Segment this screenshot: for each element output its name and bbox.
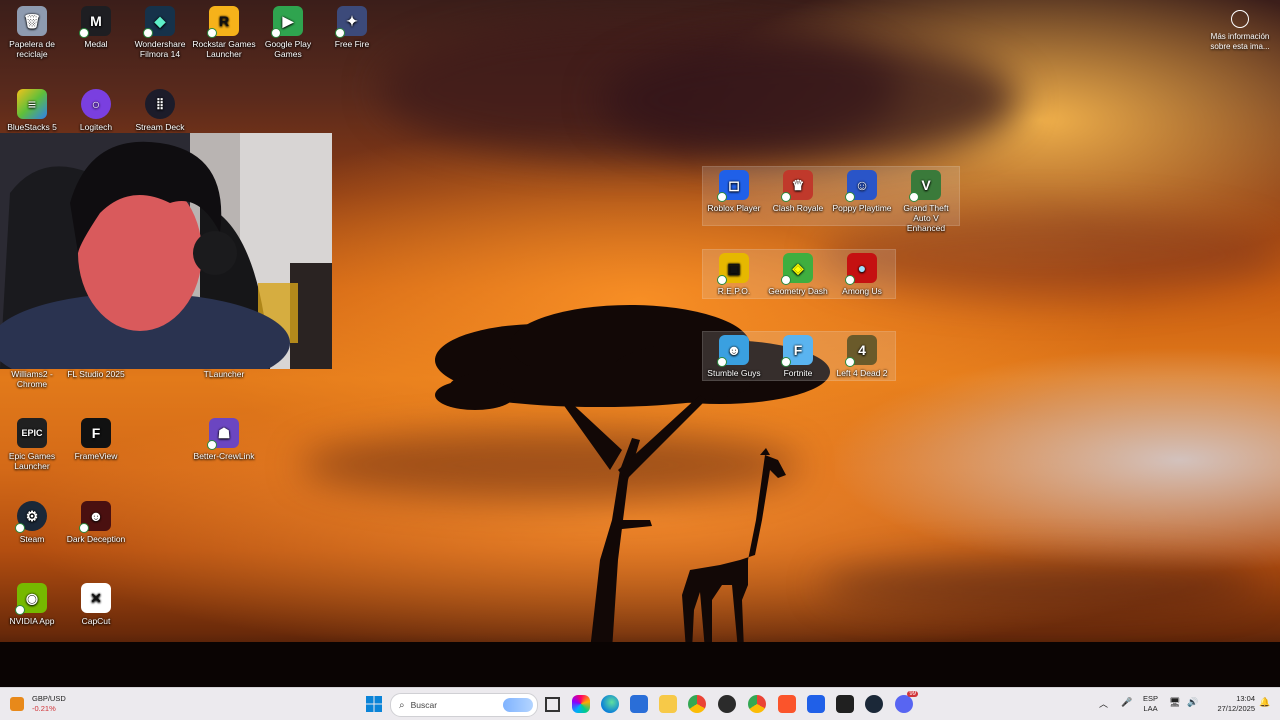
- better-crewlink-icon: ☗: [207, 418, 239, 450]
- left4dead2-icon: 4: [845, 335, 877, 367]
- frameview-icon: F: [81, 418, 111, 448]
- rockstar-icon: R: [207, 6, 239, 38]
- desktop-icon-recycle-bin[interactable]: 🗑 Papelera de reciclaje: [0, 6, 64, 59]
- system-tray: ︿ 🎤 ESP LAA 🖥 🔊 13:04 27/12/2025 🔔: [1095, 688, 1280, 720]
- store-button[interactable]: [630, 695, 648, 713]
- desktop-icon-among-us[interactable]: ● Among Us: [830, 253, 894, 296]
- logitech-capture-icon: ○: [81, 89, 111, 119]
- desktop-icon-free-fire[interactable]: ✦ Free Fire: [320, 6, 384, 49]
- clock-date: 27/12/2025: [1217, 704, 1255, 713]
- desktop-icon-epic-games[interactable]: EPIC Epic Games Launcher: [0, 418, 64, 471]
- discord-button[interactable]: 99: [895, 691, 918, 713]
- fortnite-icon: F: [781, 335, 813, 367]
- desktop-icon-geometry-dash[interactable]: ◈ Geometry Dash: [766, 253, 830, 296]
- taskbar: GBP/USD -0.21% ⌕ Buscar 99 ︿ 🎤 ESP LAA 🖥: [0, 687, 1280, 720]
- roblox-icon: ◻: [717, 170, 749, 202]
- desktop-icon-roblox[interactable]: ◻ Roblox Player: [702, 170, 766, 213]
- desktop-icon-nvidia-app[interactable]: ◉ NVIDIA App: [0, 583, 64, 626]
- volume-icon[interactable]: 🔊: [1187, 697, 1198, 708]
- copilot-button[interactable]: [572, 695, 590, 713]
- giraffe-silhouette: [682, 448, 786, 650]
- filmora-icon: ◆: [143, 6, 175, 38]
- desktop-icon-poppy-playtime[interactable]: ☺ Poppy Playtime: [830, 170, 894, 213]
- microphone-icon[interactable]: 🎤: [1121, 697, 1132, 708]
- widget-symbol: GBP/USD: [32, 694, 66, 703]
- desktop-icon-dark-deception[interactable]: ☻ Dark Deception: [64, 501, 128, 544]
- show-hidden-icons-chevron-icon[interactable]: ︿: [1099, 697, 1108, 710]
- desktop-icon-fl-studio[interactable]: FL Studio 2025: [64, 369, 128, 379]
- poppy-playtime-icon: ☺: [845, 170, 877, 202]
- desktop-icon-frameview[interactable]: F FrameView: [64, 418, 128, 461]
- discord-notification-badge: 99: [907, 691, 918, 697]
- desktop-icon-better-crewlink[interactable]: ☗ Better-CrewLink: [192, 418, 256, 461]
- desktop-icon-fortnite[interactable]: F Fortnite: [766, 335, 830, 378]
- desktop-icon-google-play-games[interactable]: ▶ Google Play Games: [256, 6, 320, 59]
- desktop-icon-stumble-guys[interactable]: ☻ Stumble Guys: [702, 335, 766, 378]
- desktop-icon-capcut[interactable]: ✕ CapCut: [64, 583, 128, 626]
- notification-bell-icon[interactable]: 🔔: [1259, 697, 1270, 708]
- input-language-button[interactable]: ESP LAA: [1143, 694, 1158, 714]
- desktop-icon-left4dead2[interactable]: 4 Left 4 Dead 2: [830, 335, 894, 378]
- obs-button[interactable]: [718, 695, 736, 713]
- desktop-icon-williams2-chrome[interactable]: Williams2 - Chrome: [0, 369, 64, 389]
- taskbar-search-box[interactable]: ⌕ Buscar: [390, 693, 538, 717]
- desktop-icon-repo[interactable]: ▣ R.E.P.O.: [702, 253, 766, 296]
- desktop-icon-rockstar[interactable]: R Rockstar Games Launcher: [192, 6, 256, 59]
- task-view-button[interactable]: [543, 695, 561, 713]
- medal-icon: M: [79, 6, 111, 38]
- desktop-icon-medal[interactable]: M Medal: [64, 6, 128, 49]
- image-info-button[interactable]: Más información sobre esta ima...: [1204, 10, 1276, 52]
- dark-deception-icon: ☻: [79, 501, 111, 533]
- task-view-icon: [545, 697, 560, 712]
- desktop-icon-steam[interactable]: ⚙ Steam: [0, 501, 64, 544]
- chrome-profile-button[interactable]: [748, 695, 766, 713]
- start-button[interactable]: [365, 695, 383, 713]
- desktop-icon-bluestacks[interactable]: ≡ BlueStacks 5: [0, 89, 64, 132]
- desktop-icon-filmora[interactable]: ◆ Wondershare Filmora 14: [128, 6, 192, 59]
- epic-games-icon: EPIC: [17, 418, 47, 448]
- among-us-icon: ●: [845, 253, 877, 285]
- edge-button[interactable]: [601, 695, 619, 713]
- widget-change: -0.21%: [32, 704, 56, 713]
- free-fire-icon: ✦: [335, 6, 367, 38]
- camera-info-icon: [1231, 10, 1249, 28]
- google-play-games-icon: ▶: [271, 6, 303, 38]
- desktop-icon-tlauncher[interactable]: TLauncher: [192, 369, 256, 379]
- windows-icon: [366, 696, 382, 712]
- clock[interactable]: 13:04 27/12/2025: [1205, 694, 1255, 714]
- desktop-icon-stream-deck[interactable]: ⣿ Stream Deck: [128, 89, 192, 132]
- desktop-icon-gta-v[interactable]: V Grand Theft Auto V Enhanced: [894, 170, 958, 233]
- stock-chart-icon: [10, 697, 24, 711]
- geometry-dash-icon: ◈: [781, 253, 813, 285]
- steam-icon: ⚙: [15, 501, 47, 533]
- bluestacks-icon: ≡: [17, 89, 47, 119]
- search-highlight-icon: [503, 698, 533, 712]
- file-explorer-button[interactable]: [659, 695, 677, 713]
- weather-widget[interactable]: GBP/USD -0.21%: [10, 692, 66, 716]
- webcam-overlay: [0, 133, 332, 369]
- steam-taskbar-button[interactable]: [865, 695, 883, 713]
- chrome-button[interactable]: [688, 695, 706, 713]
- recycle-bin-icon: 🗑: [17, 6, 47, 36]
- stream-deck-icon: ⣿: [145, 89, 175, 119]
- brave-button[interactable]: [778, 695, 796, 713]
- search-icon: ⌕: [399, 699, 405, 711]
- epic-games-taskbar-button[interactable]: [836, 695, 854, 713]
- roblox-taskbar-button[interactable]: [807, 695, 825, 713]
- repo-icon: ▣: [717, 253, 749, 285]
- desktop-icon-clash-royale[interactable]: ♛ Clash Royale: [766, 170, 830, 213]
- clock-time: 13:04: [1236, 694, 1255, 703]
- stumble-guys-icon: ☻: [717, 335, 749, 367]
- network-icon[interactable]: 🖥: [1169, 697, 1180, 708]
- nvidia-icon: ◉: [15, 583, 47, 615]
- capcut-icon: ✕: [81, 583, 111, 613]
- gta-v-icon: V: [909, 170, 941, 202]
- clash-royale-icon: ♛: [781, 170, 813, 202]
- webcam-person-image: [0, 133, 332, 369]
